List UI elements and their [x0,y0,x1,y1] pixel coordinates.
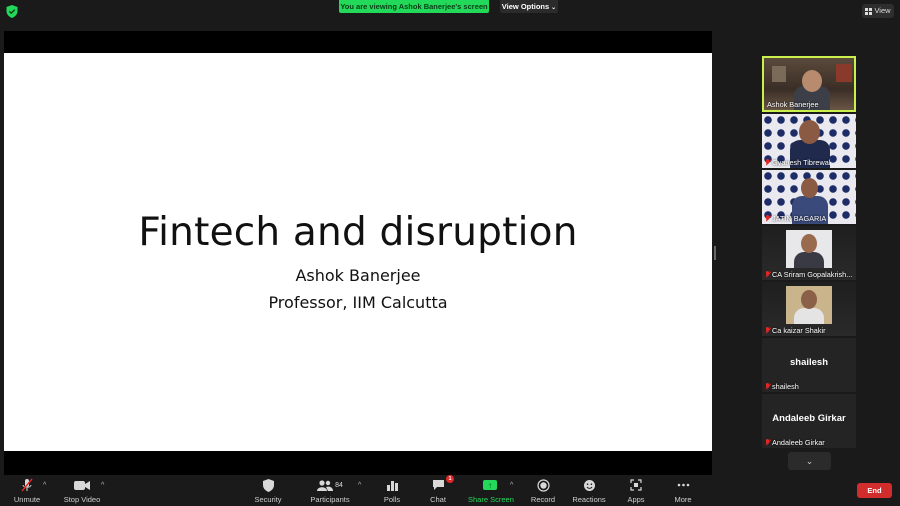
polls-button[interactable]: Polls [380,477,404,504]
participant-name: Ca kaizar Shakir [765,326,826,335]
audio-options-chevron-icon[interactable]: ^ [43,482,46,489]
shared-screen-area[interactable]: Fintech and disruption Ashok Banerjee Pr… [4,31,712,475]
apps-button[interactable]: Apps [624,477,648,504]
unmute-button[interactable]: Unmute [12,477,42,504]
participant-name: JATIN BAGARIA [765,214,826,223]
screen-share-banner: You are viewing Ashok Banerjee's screen [339,0,489,13]
view-layout-label: View [874,6,891,15]
stop-video-button[interactable]: Stop Video [62,477,102,504]
security-label: Security [254,495,282,504]
end-meeting-button[interactable]: End [857,483,892,498]
chat-bubble-icon: 1 [426,475,454,493]
participant-tile[interactable]: Ca kaizar Shakir [762,282,856,336]
share-screen-button[interactable]: ↑ Share Screen [468,477,514,504]
participant-name: Ashok Banerjee [767,100,819,109]
view-layout-button[interactable]: View [862,4,894,18]
video-camera-icon [62,477,102,493]
participant-name: CA Sriram Gopalakrish... [765,270,852,279]
view-options-button[interactable]: View Options ⌄ [500,0,558,13]
participant-display-name: shailesh [789,357,829,368]
mic-muted-icon [765,383,770,390]
participant-tile[interactable]: shailesh shailesh [762,338,856,392]
participant-tile[interactable]: JATIN BAGARIA [762,170,856,224]
slide-author: Ashok Banerjee [295,266,421,285]
zoom-meeting-window: You are viewing Ashok Banerjee's screen … [0,0,900,506]
video-options-chevron-icon[interactable]: ^ [101,482,104,489]
polls-label: Polls [383,495,401,504]
view-options-label: View Options [501,2,550,11]
participants-icon: 84 [308,477,352,493]
record-icon [529,477,557,493]
chevron-down-icon: ⌄ [551,5,557,11]
chat-label: Chat [430,495,446,504]
apps-icon [624,477,648,493]
participants-count: 84 [335,481,343,489]
mic-muted-icon [765,215,770,222]
participant-tile[interactable]: Andaleeb Girkar Andaleeb Girkar [762,394,856,448]
chat-unread-badge: 1 [446,475,454,483]
record-label: Record [530,495,556,504]
participants-label: Participants [310,495,350,504]
slide-title: Fintech and disruption [138,210,578,255]
participant-name: shailesh [765,382,799,391]
share-options-chevron-icon[interactable]: ^ [510,482,513,489]
apps-label: Apps [627,495,645,504]
mic-muted-icon [765,159,770,166]
stop-video-label: Stop Video [63,495,101,504]
slide-author-role: Professor, IIM Calcutta [268,293,448,312]
participant-tile[interactable]: Ashok Banerjee [762,56,856,112]
microphone-muted-icon [12,477,42,493]
mic-muted-icon [765,271,770,278]
share-screen-icon-wrapper: ↑ [468,477,512,493]
panel-resize-handle[interactable] [714,246,716,260]
more-label: More [674,495,692,504]
share-screen-arrow-icon: ↑ [483,480,497,490]
presentation-slide: Fintech and disruption Ashok Banerjee Pr… [4,53,712,451]
participant-name: Andaleeb Girkar [765,438,825,447]
mic-muted-icon [765,327,770,334]
more-button[interactable]: More [670,477,696,504]
unmute-label: Unmute [13,495,41,504]
participants-button[interactable]: 84 Participants [308,477,352,504]
more-ellipsis-icon [670,477,696,493]
polls-bar-chart-icon [380,477,404,493]
record-button[interactable]: Record [529,477,557,504]
participants-options-chevron-icon[interactable]: ^ [358,482,361,489]
reactions-label: Reactions [572,495,606,504]
encryption-shield-icon[interactable] [6,5,18,18]
participant-tile[interactable]: Gyanesh Tibrewal [762,114,856,168]
security-shield-icon [252,477,284,493]
reactions-smiley-icon [572,477,606,493]
reactions-button[interactable]: Reactions [572,477,606,504]
share-screen-label: Share Screen [468,495,514,504]
chevron-down-icon: ⌄ [805,456,814,466]
meeting-toolbar: Unmute ^ Stop Video ^ Security 84 Partic… [0,475,900,506]
participant-tile[interactable]: CA Sriram Gopalakrish... [762,226,856,280]
grid-view-icon [865,7,873,15]
security-button[interactable]: Security [252,477,284,504]
participant-display-name: Andaleeb Girkar [772,413,846,424]
mic-muted-icon [765,439,770,446]
participant-name: Gyanesh Tibrewal [765,158,830,167]
scroll-participants-down-button[interactable]: ⌄ [788,452,831,470]
chat-button[interactable]: 1 Chat [426,475,454,504]
